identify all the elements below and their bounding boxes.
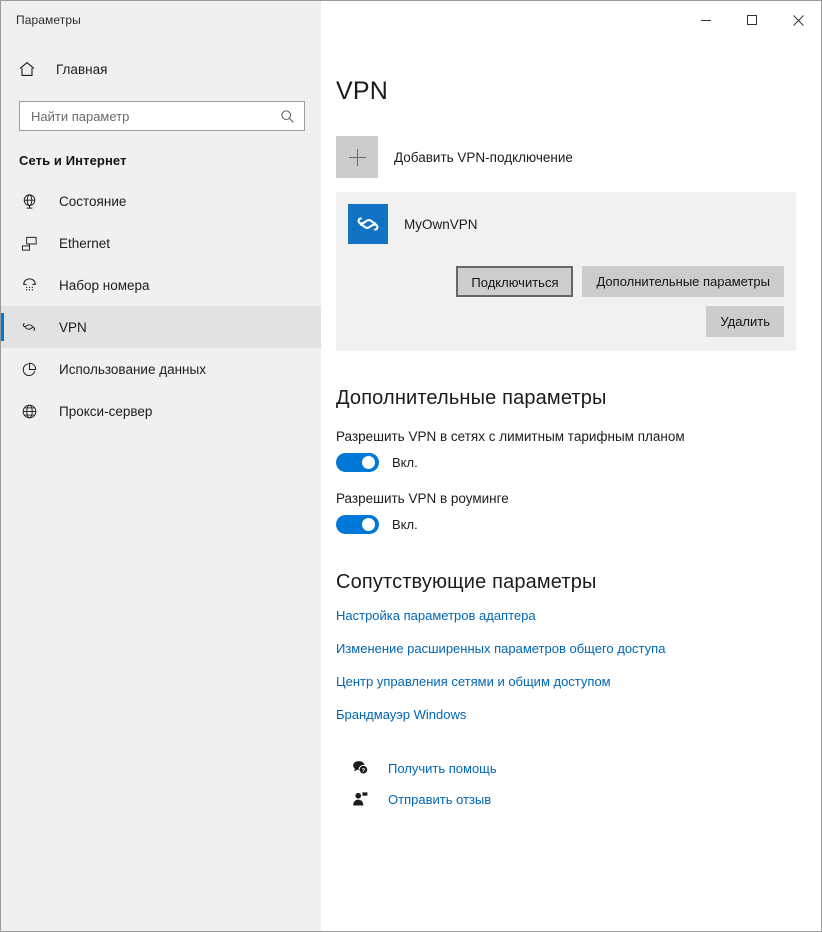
sidebar-nav: Состояние Ethernet xyxy=(1,180,321,432)
related-link-windows-firewall[interactable]: Брандмауэр Windows xyxy=(336,707,466,722)
settings-window: Параметры xyxy=(0,0,822,932)
vpn-card-button-row-primary: Подключиться Дополнительные параметры xyxy=(348,266,784,297)
home-icon xyxy=(16,60,38,78)
data-usage-icon xyxy=(19,361,39,378)
send-feedback-link[interactable]: Отправить отзыв xyxy=(388,792,491,807)
search-icon[interactable] xyxy=(278,109,296,124)
search-input[interactable] xyxy=(31,109,278,124)
title-bar-left: Параметры xyxy=(1,1,321,39)
sidebar-section-title: Сеть и Интернет xyxy=(1,131,321,174)
title-bar-spacer xyxy=(321,1,683,39)
sidebar-item-status-label: Состояние xyxy=(59,194,126,209)
sidebar-item-data-usage-label: Использование данных xyxy=(59,362,206,377)
search-box[interactable] xyxy=(19,101,305,131)
status-globe-icon xyxy=(19,193,39,210)
setting-roaming-state: Вкл. xyxy=(392,517,418,532)
window-controls xyxy=(683,1,821,39)
vpn-connection-icon xyxy=(348,204,388,244)
sidebar-item-home-label: Главная xyxy=(56,62,107,77)
get-help-row[interactable]: ? Получить помощь xyxy=(350,760,497,776)
feedback-person-icon xyxy=(350,791,370,807)
sidebar-item-data-usage[interactable]: Использование данных xyxy=(1,348,321,390)
maximize-icon xyxy=(746,14,758,26)
setting-roaming-label: Разрешить VPN в роуминге xyxy=(336,491,821,506)
connect-button[interactable]: Подключиться xyxy=(456,266,573,297)
setting-roaming: Разрешить VPN в роуминге Вкл. xyxy=(336,491,821,534)
dialup-icon xyxy=(19,277,39,294)
vpn-card-button-row-secondary: Удалить xyxy=(348,306,784,337)
sidebar-item-ethernet[interactable]: Ethernet xyxy=(1,222,321,264)
sidebar-item-vpn[interactable]: VPN xyxy=(1,306,321,348)
window-body: Главная Сеть и Интернет xyxy=(1,39,821,931)
main-content: VPN Добавить VPN-подключение xyxy=(321,39,821,931)
related-link-sharing-options[interactable]: Изменение расширенных параметров общего … xyxy=(336,641,665,656)
window-title: Параметры xyxy=(16,13,81,27)
setting-metered-toggle[interactable] xyxy=(336,453,379,472)
vpn-icon xyxy=(19,318,39,336)
close-button[interactable] xyxy=(775,1,821,39)
vpn-connection-name: MyOwnVPN xyxy=(404,217,478,232)
setting-metered: Разрешить VPN в сетях с лимитным тарифны… xyxy=(336,429,821,472)
sidebar-item-ethernet-label: Ethernet xyxy=(59,236,110,251)
vpn-connection-card[interactable]: MyOwnVPN Подключиться Дополнительные пар… xyxy=(336,192,796,351)
sidebar-item-status[interactable]: Состояние xyxy=(1,180,321,222)
setting-metered-row: Вкл. xyxy=(336,453,821,472)
sidebar-item-proxy[interactable]: Прокси-сервер xyxy=(1,390,321,432)
related-link-network-sharing-center[interactable]: Центр управления сетями и общим доступом xyxy=(336,674,611,689)
sidebar-item-dialup-label: Набор номера xyxy=(59,278,150,293)
plus-icon xyxy=(336,136,378,178)
page-title: VPN xyxy=(336,77,821,106)
ethernet-icon xyxy=(19,235,39,252)
proxy-globe-icon xyxy=(19,403,39,420)
setting-roaming-toggle[interactable] xyxy=(336,515,379,534)
related-settings-heading: Сопутствующие параметры xyxy=(336,571,821,594)
help-section: ? Получить помощь Отправить отзыв xyxy=(336,760,821,807)
setting-metered-label: Разрешить VPN в сетях с лимитным тарифны… xyxy=(336,429,821,444)
minimize-icon xyxy=(700,14,712,26)
minimize-button[interactable] xyxy=(683,1,729,39)
close-icon xyxy=(792,14,805,27)
advanced-options-button[interactable]: Дополнительные параметры xyxy=(582,266,784,297)
get-help-link[interactable]: Получить помощь xyxy=(388,761,497,776)
help-question-bubble-icon: ? xyxy=(350,760,370,776)
related-link-adapter-options[interactable]: Настройка параметров адаптера xyxy=(336,608,536,623)
sidebar-item-proxy-label: Прокси-сервер xyxy=(59,404,152,419)
add-vpn-connection-label: Добавить VPN-подключение xyxy=(394,150,573,165)
search-wrapper xyxy=(1,89,321,131)
title-bar: Параметры xyxy=(1,1,821,39)
svg-text:?: ? xyxy=(361,768,365,774)
maximize-button[interactable] xyxy=(729,1,775,39)
sidebar-item-dialup[interactable]: Набор номера xyxy=(1,264,321,306)
send-feedback-row[interactable]: Отправить отзыв xyxy=(350,791,491,807)
add-vpn-connection-button[interactable]: Добавить VPN-подключение xyxy=(336,136,821,178)
sidebar-item-home[interactable]: Главная xyxy=(1,49,321,89)
sidebar-item-vpn-label: VPN xyxy=(59,320,87,335)
vpn-connection-header: MyOwnVPN xyxy=(348,204,784,244)
setting-roaming-row: Вкл. xyxy=(336,515,821,534)
setting-metered-state: Вкл. xyxy=(392,455,418,470)
sidebar: Главная Сеть и Интернет xyxy=(1,39,321,931)
remove-button[interactable]: Удалить xyxy=(706,306,784,337)
related-settings-section: Сопутствующие параметры Настройка параме… xyxy=(336,571,821,722)
advanced-options-heading: Дополнительные параметры xyxy=(336,387,821,410)
